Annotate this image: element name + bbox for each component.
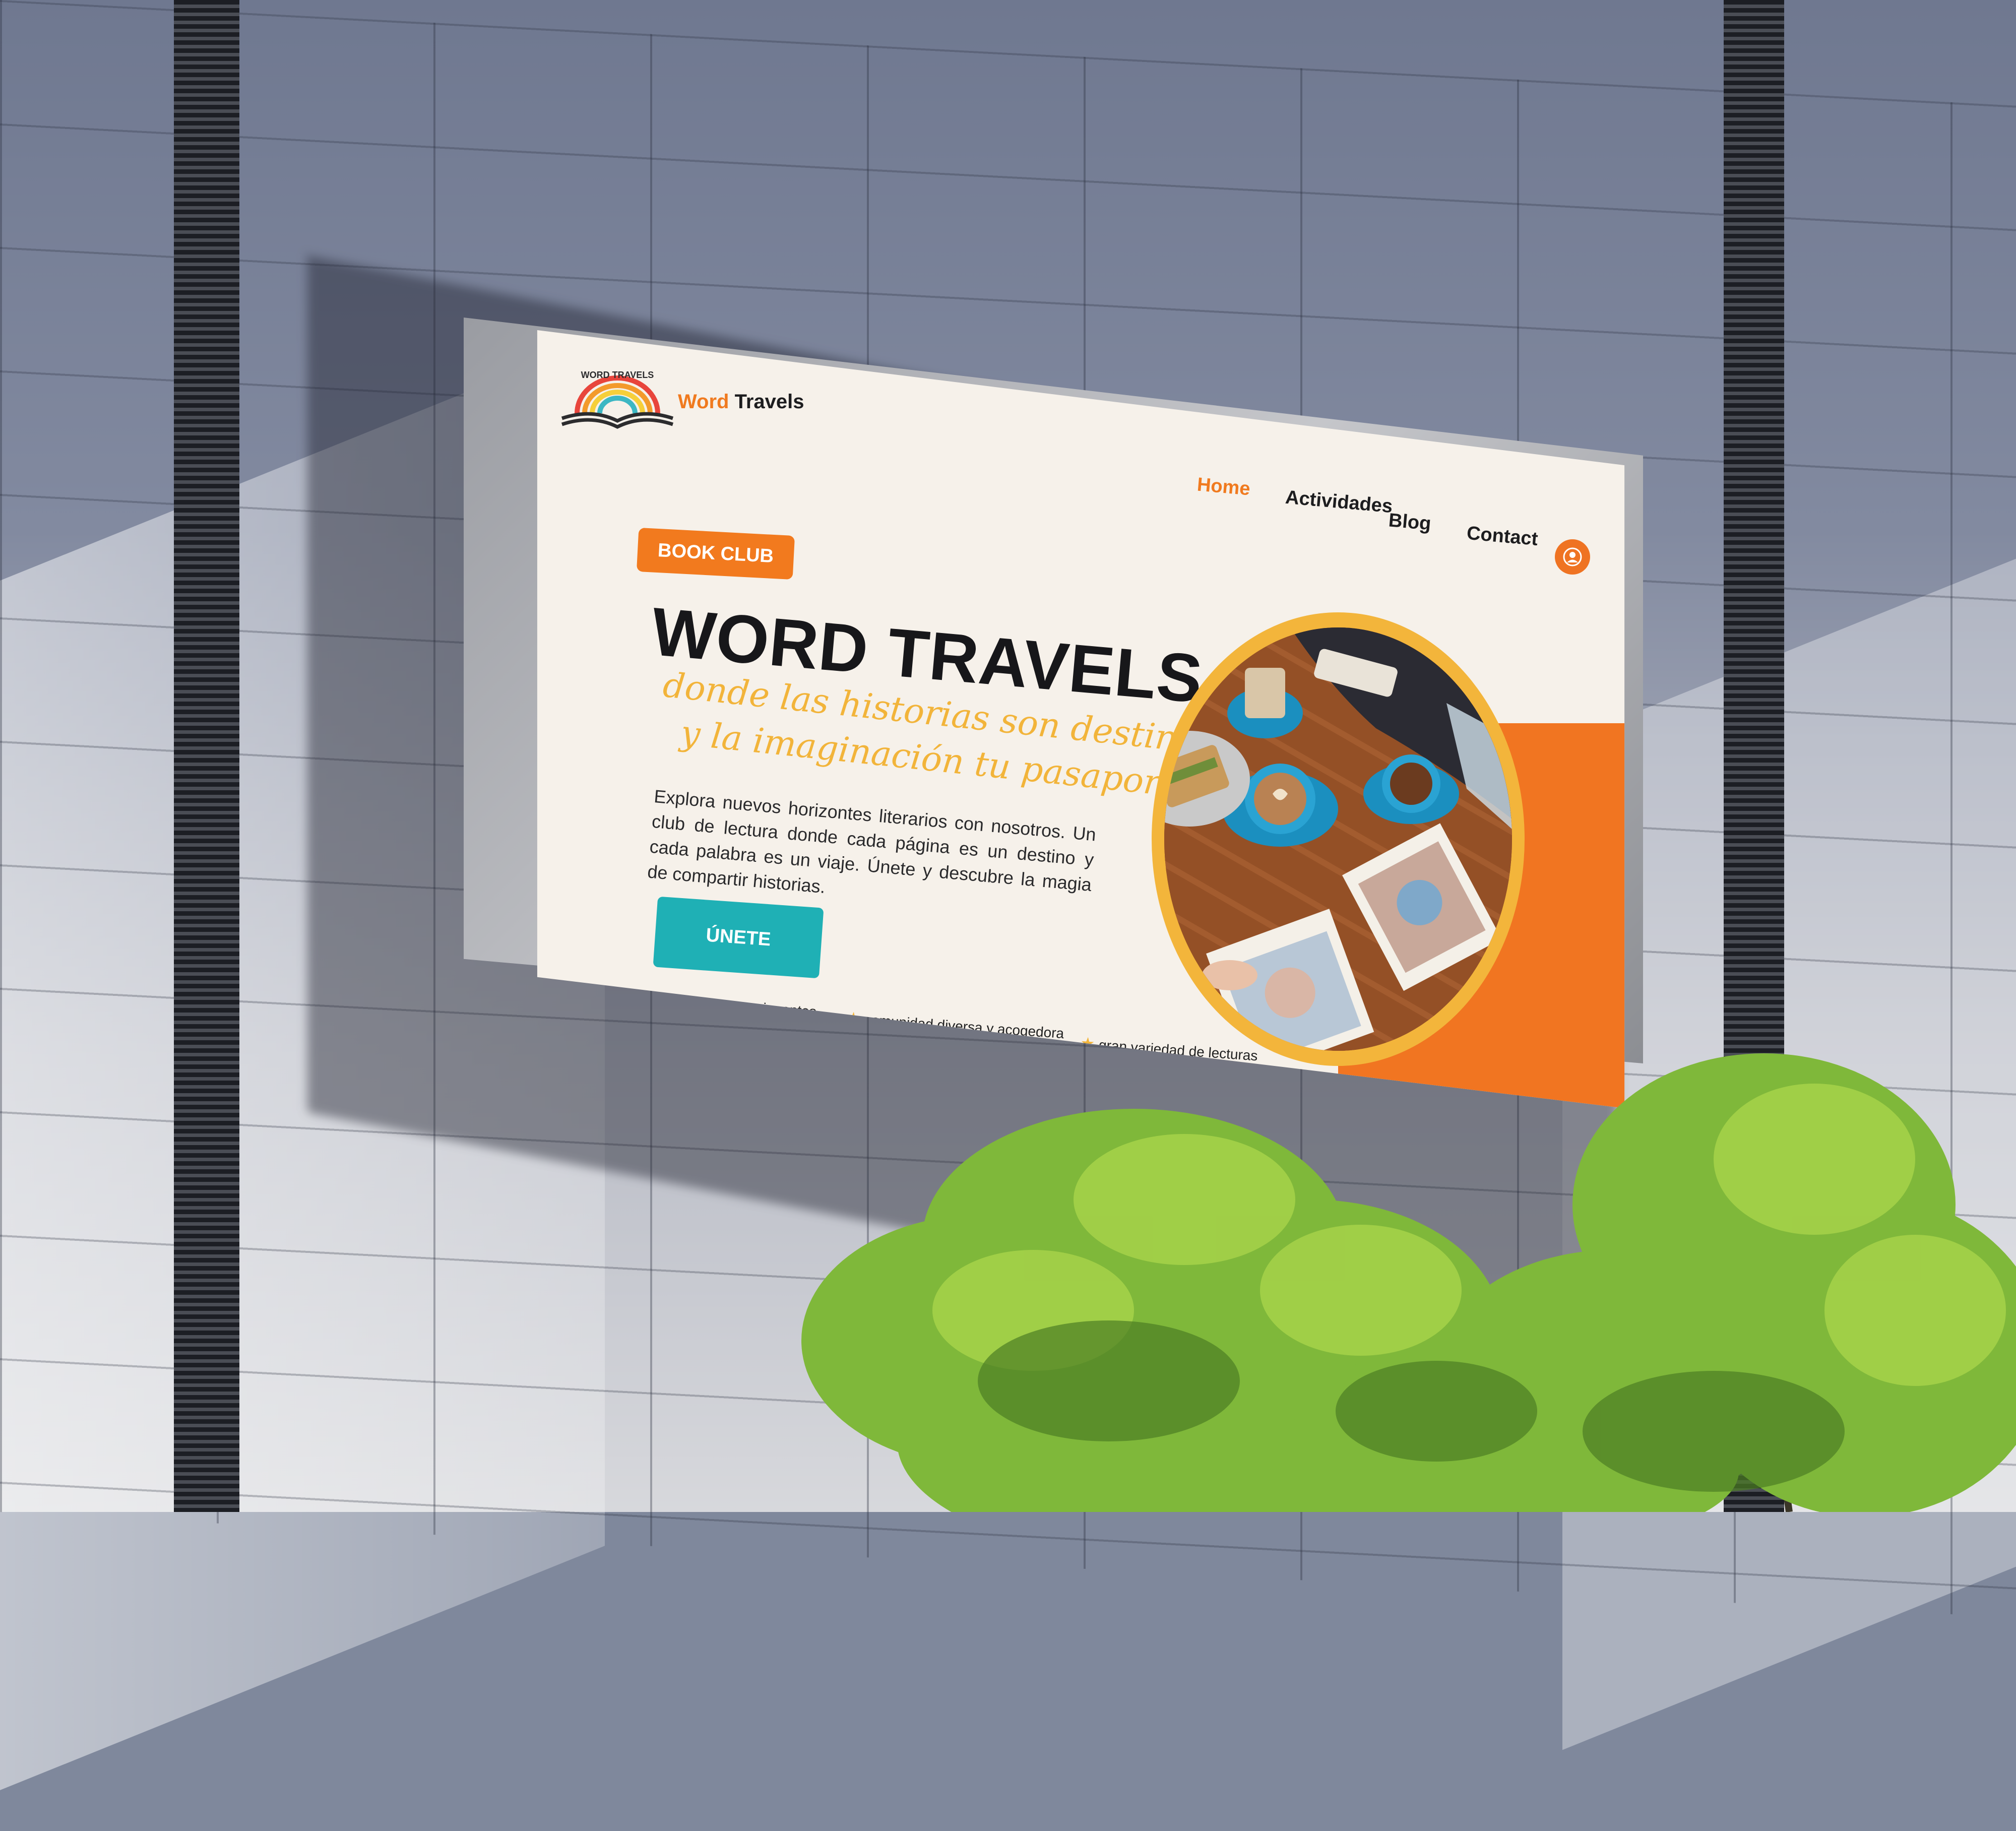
user-icon (1563, 547, 1582, 566)
cafe-table-illustration (1164, 627, 1512, 1051)
brand-name[interactable]: Word Travels (678, 391, 804, 413)
rainbow-book-icon: WORD TRAVELS (561, 370, 674, 429)
nav-contact[interactable]: Contact (1466, 523, 1539, 550)
cafe-books-photo (1164, 627, 1512, 1051)
join-button[interactable]: ÚNETE (653, 896, 824, 979)
brand-name-part2: Travels (734, 391, 804, 413)
foreground-tree (801, 1053, 2016, 1512)
nav-actividades[interactable]: Actividades (1285, 487, 1394, 518)
user-account-button[interactable] (1555, 539, 1590, 575)
brand-name-part1: Word (678, 391, 729, 413)
wall-vent-left (174, 0, 239, 1512)
nav-blog[interactable]: Blog (1388, 510, 1432, 535)
logo-text: WORD TRAVELS (581, 370, 654, 380)
book-club-tag: BOOK CLUB (636, 527, 795, 580)
nav-home[interactable]: Home (1196, 474, 1251, 500)
logo[interactable]: WORD TRAVELS (557, 358, 678, 438)
